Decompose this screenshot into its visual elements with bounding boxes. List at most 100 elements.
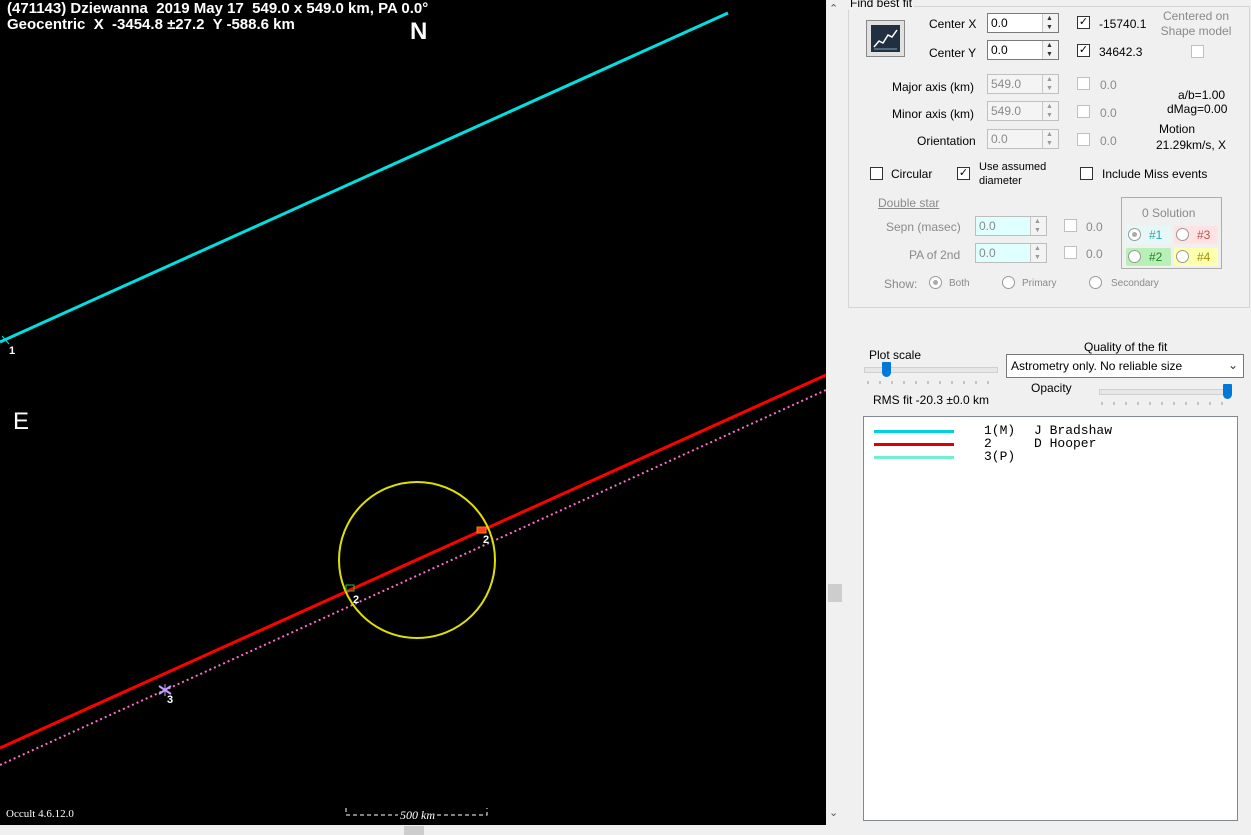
rms-fit-label: RMS fit -20.3 ±0.0 km — [873, 393, 989, 407]
legend-num-3: 3(P) — [984, 449, 1016, 464]
center-x-spinner[interactable]: ▲ ▼ — [1042, 14, 1058, 32]
minor-axis-spinner[interactable]: ▲ ▼ — [1042, 102, 1058, 120]
plot-scale-label: Plot scale — [869, 348, 922, 362]
chord-label-2a: 2 — [483, 534, 489, 546]
show-label: Show: — [884, 277, 918, 291]
scroll-down-icon[interactable]: ⌄ — [829, 806, 838, 819]
center-x-label: Center X — [929, 17, 977, 31]
opacity-ticks — [1101, 402, 1223, 405]
version-label: Occult 4.6.12.0 — [6, 808, 74, 820]
sepn-spinner[interactable]: ▲ ▼ — [1030, 217, 1046, 235]
center-x-offset: -15740.1 — [1099, 17, 1147, 31]
legend-swatch-3 — [874, 456, 954, 459]
solution-2-label: #2 — [1149, 250, 1163, 264]
plot-title: (471143) Dziewanna 2019 May 17 549.0 x 5… — [7, 1, 428, 33]
reappear-marker — [476, 526, 487, 534]
plot-vertical-scrollbar[interactable]: ⌃ ⌄ — [826, 0, 845, 825]
centered-on-shape-label: Centered on Shape model — [1160, 9, 1232, 38]
center-y-spinner[interactable]: ▲ ▼ — [1042, 41, 1058, 59]
center-y-checkbox[interactable]: ✓ — [1077, 44, 1090, 57]
show-both-label: Both — [949, 278, 970, 289]
east-label: E — [13, 408, 30, 435]
pa2-fit: 0.0 — [1086, 247, 1103, 261]
solution-4-radio[interactable] — [1176, 250, 1189, 263]
center-x-checkbox[interactable]: ✓ — [1077, 16, 1090, 29]
quality-label: Quality of the fit — [1084, 340, 1168, 354]
minor-axis-fit: 0.0 — [1100, 106, 1117, 120]
quality-select[interactable]: Astrometry only. No reliable size ⌄ — [1006, 354, 1244, 378]
minor-axis-label: Minor axis (km) — [892, 107, 975, 121]
solution-2-radio[interactable] — [1128, 250, 1141, 263]
fit-control-panel: Find best fit Center X 0.0 ▲ ▼ ✓ -15740.1… — [845, 0, 1251, 835]
observer-legend-list[interactable]: 1(M) J Bradshaw 2 D Hooper 3(P) — [863, 416, 1238, 821]
sepn-label: Sepn (masec) — [886, 220, 961, 234]
pa2-label: PA of 2nd — [909, 248, 961, 262]
motion-label: Motion — [1159, 122, 1196, 136]
scroll-up-icon[interactable]: ⌃ — [829, 2, 838, 15]
circular-label: Circular — [891, 167, 933, 181]
scroll-thumb-horizontal[interactable] — [404, 826, 424, 835]
plot-title-line2: Geocentric X -3454.8 ±27.2 Y -588.6 km — [7, 16, 295, 33]
scroll-thumb-vertical[interactable] — [828, 584, 842, 602]
solution-3[interactable]: #3 — [1174, 226, 1218, 244]
show-primary-label: Primary — [1022, 278, 1057, 289]
center-y-offset: 34642.3 — [1099, 45, 1143, 59]
chevron-down-icon: ⌄ — [1227, 358, 1238, 372]
solution-3-label: #3 — [1197, 228, 1211, 242]
chord-label-2b: 2 — [353, 594, 359, 606]
pa2-checkbox[interactable] — [1064, 246, 1077, 259]
orientation-input[interactable]: 0.0 ▲ ▼ — [987, 129, 1059, 149]
find-best-fit-label: Find best fit — [848, 0, 915, 10]
double-star-label: Double star — [878, 196, 940, 210]
plot-title-line1: (471143) Dziewanna 2019 May 17 549.0 x 5… — [7, 0, 429, 17]
find-best-fit-button[interactable] — [866, 20, 905, 57]
include-miss-events-label: Include Miss events — [1102, 167, 1208, 181]
show-both-radio[interactable] — [929, 276, 942, 289]
centered-on-shape-checkbox[interactable] — [1191, 45, 1204, 58]
orientation-label: Orientation — [917, 134, 976, 148]
show-secondary-radio[interactable] — [1089, 276, 1102, 289]
legend-swatch-2 — [874, 443, 954, 446]
use-assumed-diameter-checkbox[interactable]: ✓ — [957, 167, 970, 180]
scale-bar-label: 500 km — [398, 808, 437, 823]
chord-label-3: 3 — [167, 694, 173, 706]
orientation-checkbox[interactable] — [1077, 133, 1090, 146]
chord-1-line — [0, 11, 729, 344]
solution-1[interactable]: #1 — [1126, 226, 1171, 244]
orientation-spinner[interactable]: ▲ ▼ — [1042, 130, 1058, 148]
plot-horizontal-scrollbar[interactable] — [0, 825, 826, 835]
major-axis-label: Major axis (km) — [892, 80, 975, 94]
pa2-spinner[interactable]: ▲ ▼ — [1030, 244, 1046, 262]
chord-3-line — [0, 389, 826, 766]
center-x-input[interactable]: 0.0 ▲ ▼ — [987, 13, 1059, 33]
opacity-track[interactable] — [1099, 389, 1231, 395]
opacity-label: Opacity — [1031, 381, 1072, 395]
legend-row-2[interactable]: 2 D Hooper — [864, 436, 1237, 451]
plot-scale-slider[interactable] — [882, 362, 891, 377]
center-y-input[interactable]: 0.0 ▲ ▼ — [987, 40, 1059, 60]
occultation-plot[interactable]: 1 2 2 3 (471143) Dziewanna 2019 May 17 5… — [0, 0, 826, 825]
minor-axis-input[interactable]: 549.0 ▲ ▼ — [987, 101, 1059, 121]
show-primary-radio[interactable] — [1002, 276, 1015, 289]
solution-4[interactable]: #4 — [1174, 248, 1218, 266]
sepn-checkbox[interactable] — [1064, 219, 1077, 232]
major-axis-fit: 0.0 — [1100, 78, 1117, 92]
pa2-input[interactable]: 0.0 ▲ ▼ — [975, 243, 1047, 263]
show-secondary-label: Secondary — [1111, 278, 1159, 289]
solution-4-label: #4 — [1197, 250, 1211, 264]
major-axis-spinner[interactable]: ▲ ▼ — [1042, 75, 1058, 93]
major-axis-input[interactable]: 549.0 ▲ ▼ — [987, 74, 1059, 94]
minor-axis-checkbox[interactable] — [1077, 105, 1090, 118]
include-miss-events-checkbox[interactable] — [1080, 167, 1093, 180]
solution-2[interactable]: #2 — [1126, 248, 1171, 266]
sepn-input[interactable]: 0.0 ▲ ▼ — [975, 216, 1047, 236]
opacity-slider[interactable] — [1223, 384, 1232, 399]
circular-checkbox[interactable] — [870, 167, 883, 180]
solution-3-radio[interactable] — [1176, 228, 1189, 241]
major-axis-checkbox[interactable] — [1077, 77, 1090, 90]
solution-1-radio[interactable] — [1128, 228, 1141, 241]
legend-row-3[interactable]: 3(P) — [864, 449, 1237, 464]
dmag-value: dMag=0.00 — [1167, 102, 1228, 116]
legend-name-2: D Hooper — [1034, 436, 1097, 451]
chart-fit-icon — [871, 25, 900, 52]
